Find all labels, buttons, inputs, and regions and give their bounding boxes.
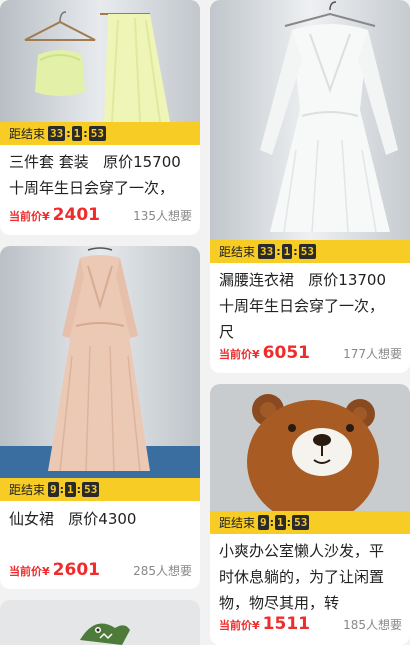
countdown-bar: 距结束 33 : 1 : 53 [0,122,200,145]
current-price: 1511 [262,614,310,634]
current-price: 6051 [262,343,310,363]
want-count: 177人想要 [343,347,402,361]
countdown-label: 距结束 [219,245,256,259]
product-card[interactable]: 距结束 33 : 1 : 53 漏腰连衣裙 原价13700 十周年生日会穿了一次… [210,0,410,373]
countdown-minutes: 1 [275,515,286,530]
countdown-seconds: 53 [292,515,310,530]
product-title: 三件套 套装 原价15700 十周年生日会穿了一次， [9,153,181,197]
want-count: 135人想要 [133,209,192,223]
product-title: 仙女裙 原价4300 [9,510,137,528]
product-card[interactable] [0,600,200,645]
countdown-minutes: 1 [65,482,76,497]
product-title: 漏腰连衣裙 原价13700 十周年生日会穿了一次， 尺 [219,271,387,341]
price-label: 当前价¥ [9,210,50,223]
countdown-minutes: 1 [281,244,293,259]
countdown-hours: 33 [48,126,66,141]
price-label: 当前价¥ [219,348,260,361]
product-title: 小爽办公室懒人沙发，平 时休息躺的，为了让闲置 物，物尽其用，转 [219,542,385,612]
countdown-seconds: 53 [82,482,100,497]
countdown-label: 距结束 [219,516,256,530]
price-label: 当前价¥ [219,619,260,632]
countdown-seconds: 53 [88,126,106,141]
product-card[interactable]: 距结束 9 : 1 : 53 仙女裙 原价4300 当前价¥ 2601 285人… [0,246,200,589]
product-image[interactable] [210,384,410,511]
price-row: 当前价¥ 2401 135人想要 [9,205,192,229]
price-row: 当前价¥ 1511 185人想要 [219,614,402,638]
product-image[interactable] [0,0,200,122]
want-count: 285人想要 [133,564,192,578]
price-row: 当前价¥ 2601 285人想要 [9,560,192,584]
product-image[interactable] [210,0,410,240]
countdown-hours: 33 [258,244,276,259]
current-price: 2601 [52,560,100,580]
want-count: 185人想要 [343,618,402,632]
product-card[interactable]: 距结束 9 : 1 : 53 小爽办公室懒人沙发，平 时休息躺的，为了让闲置 物… [210,384,410,645]
product-image[interactable] [0,246,200,478]
countdown-hours: 9 [258,515,269,530]
countdown-hours: 9 [48,482,59,497]
countdown-label: 距结束 [9,127,46,141]
countdown-minutes: 1 [71,126,83,141]
countdown-label: 距结束 [9,483,46,497]
countdown-bar: 距结束 9 : 1 : 53 [0,478,200,501]
countdown-seconds: 53 [298,244,316,259]
product-card[interactable]: 距结束 33 : 1 : 53 三件套 套装 原价15700 十周年生日会穿了一… [0,0,200,235]
price-label: 当前价¥ [9,565,50,578]
product-image[interactable] [0,600,200,645]
current-price: 2401 [52,205,100,225]
countdown-bar: 距结束 9 : 1 : 53 [210,511,410,534]
price-row: 当前价¥ 6051 177人想要 [219,343,402,367]
countdown-bar: 距结束 33 : 1 : 53 [210,240,410,263]
